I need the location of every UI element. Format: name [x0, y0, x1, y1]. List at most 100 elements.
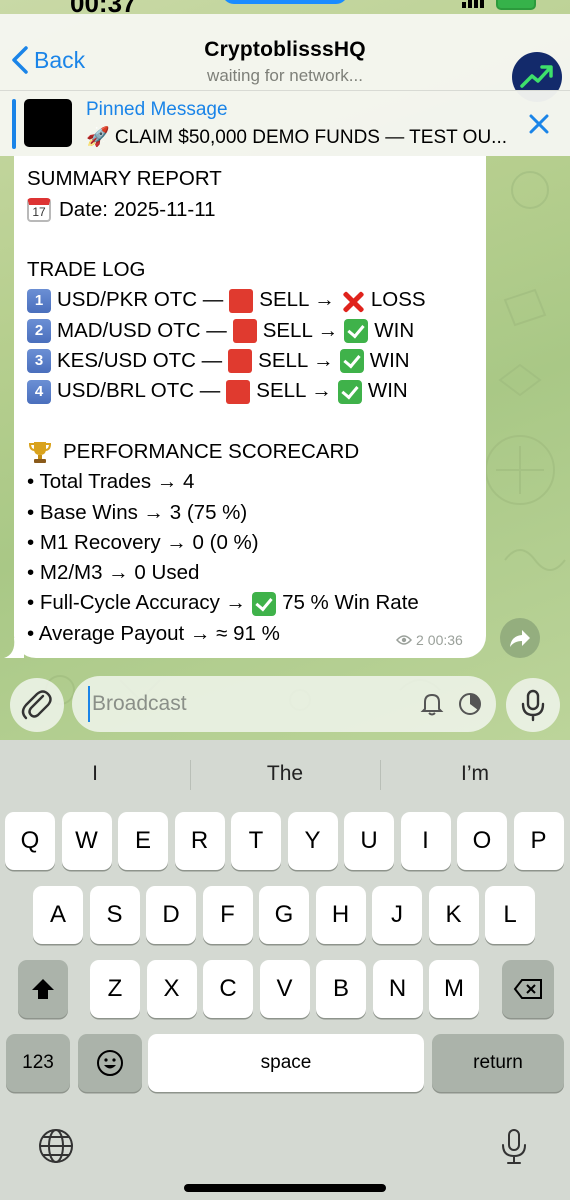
key-n[interactable]: N: [372, 960, 423, 1018]
check-mark-icon: [252, 591, 277, 616]
key-a[interactable]: A: [33, 886, 83, 944]
accuracy-suffix: 75 % Win Rate: [282, 591, 419, 615]
key-g[interactable]: G: [259, 886, 309, 944]
key-c[interactable]: C: [203, 960, 253, 1018]
key-t[interactable]: T: [231, 812, 281, 870]
red-square-icon: [229, 288, 254, 313]
calendar-icon: 17: [27, 197, 51, 222]
key-m[interactable]: M: [429, 960, 479, 1018]
dynamic-island-pill: [222, 0, 348, 4]
key-z[interactable]: Z: [90, 960, 140, 1018]
trade-result: WIN: [374, 318, 415, 342]
key-b[interactable]: B: [316, 960, 366, 1018]
key-q[interactable]: Q: [5, 812, 55, 870]
line-text: Date: 2025-11-11: [59, 197, 216, 221]
return-key[interactable]: return: [432, 1034, 564, 1092]
trade-pair: USD/PKR OTC —: [57, 288, 224, 312]
trade-pair: USD/BRL OTC —: [57, 379, 221, 403]
space-key[interactable]: space: [148, 1034, 424, 1092]
number-keycap-icon: 1: [27, 288, 51, 313]
close-icon[interactable]: [526, 111, 552, 137]
key-h[interactable]: H: [315, 886, 366, 944]
trade-action: SELL →: [256, 379, 332, 403]
trade-result: WIN: [367, 379, 408, 403]
check-mark-icon: [339, 349, 364, 374]
suggestion-item[interactable]: I’m: [380, 756, 570, 792]
key-x[interactable]: X: [146, 960, 197, 1018]
status-bar: 00:37: [0, 0, 570, 18]
key-j[interactable]: J: [372, 886, 422, 944]
score-text: • M1 Recovery → 0 (0 %): [27, 530, 259, 554]
suggestion-item[interactable]: I: [0, 756, 190, 792]
red-square-icon: [232, 318, 257, 343]
voice-button[interactable]: [506, 678, 560, 732]
score-text: • Base Wins → 3 (75 %): [27, 500, 248, 524]
paperclip-icon: [21, 690, 52, 720]
key-s[interactable]: S: [89, 886, 140, 944]
message-meta: 2 00:36: [396, 632, 463, 648]
pinned-thumbnail: [24, 99, 72, 147]
score-text: • M2/M3 → 0 Used: [27, 561, 200, 585]
key-u[interactable]: U: [344, 812, 394, 870]
line-text: CRYPTOBLISSS — SESSION 2: [27, 156, 324, 164]
check-mark-icon: [337, 379, 362, 404]
suggestion-divider: [380, 760, 381, 790]
scorecard-title: PERFORMANCE SCORECARD: [27, 437, 426, 467]
broadcast-field[interactable]: [72, 676, 496, 732]
back-button[interactable]: Back: [8, 44, 85, 76]
chat-title-area[interactable]: CryptoblisssHQ waiting for network...: [150, 38, 420, 86]
message-bubble[interactable]: CRYPTOBLISSS — SESSION 2SUMMARY REPORT17…: [14, 156, 486, 658]
key-d[interactable]: D: [146, 886, 196, 944]
bell-icon[interactable]: [418, 690, 446, 718]
pinned-indicator: [12, 99, 16, 149]
key-e[interactable]: E: [118, 812, 168, 870]
trade-row: 4 USD/BRL OTC — SELL → WIN: [27, 376, 426, 406]
key-f[interactable]: F: [202, 886, 253, 944]
eye-icon: [396, 635, 412, 645]
key-w[interactable]: W: [61, 812, 112, 870]
key-p[interactable]: P: [513, 812, 564, 870]
key-v[interactable]: V: [259, 960, 310, 1018]
line-text: TRADE LOG: [27, 258, 146, 282]
trade-result: WIN: [369, 349, 410, 373]
key-r[interactable]: R: [174, 812, 225, 870]
back-label: Back: [34, 46, 86, 73]
key-y[interactable]: Y: [287, 812, 338, 870]
scorecard-title-text: PERFORMANCE SCORECARD: [63, 439, 360, 463]
red-square-icon: [226, 379, 251, 404]
number-keycap-icon: 4: [27, 379, 51, 404]
score-line: • M2/M3 → 0 Used: [27, 558, 426, 588]
backspace-key[interactable]: [502, 960, 554, 1018]
share-arrow-icon: [510, 630, 530, 647]
key-l[interactable]: L: [485, 886, 535, 944]
timer-icon[interactable]: [456, 690, 484, 718]
bubble-tail: [4, 638, 24, 658]
dictation-mic-icon[interactable]: [494, 1126, 534, 1166]
shift-key[interactable]: [18, 960, 68, 1018]
attach-button[interactable]: [10, 678, 64, 732]
key-o[interactable]: O: [457, 812, 507, 870]
microphone-icon: [521, 689, 545, 722]
accuracy-line: • Full-Cycle Accuracy → 75 % Win Rate: [27, 588, 426, 618]
accuracy-prefix: • Full-Cycle Accuracy →: [27, 591, 247, 615]
trophy-icon: [28, 442, 52, 464]
message-line: 17 Date: 2025-11-11: [27, 195, 426, 225]
pinned-message-bar[interactable]: Pinned Message 🚀 CLAIM $50,000 DEMO FUND…: [0, 90, 570, 156]
message-line: [27, 407, 426, 437]
pinned-label: Pinned Message: [86, 99, 228, 120]
emoji-icon: [97, 1050, 123, 1076]
broadcast-input[interactable]: [88, 686, 398, 722]
check-mark-icon: [344, 318, 369, 343]
cross-mark-icon: [341, 289, 365, 313]
trade-result: LOSS: [370, 288, 426, 312]
key-i[interactable]: I: [400, 812, 451, 870]
emoji-key[interactable]: [78, 1034, 142, 1092]
share-button[interactable]: [500, 618, 540, 658]
message-line: [27, 225, 426, 255]
globe-icon[interactable]: [36, 1126, 76, 1166]
suggestion-item[interactable]: The: [190, 756, 380, 792]
numbers-key[interactable]: 123: [6, 1034, 70, 1092]
trade-pair: MAD/USD OTC —: [57, 318, 227, 342]
suggestion-bar: I The I’m: [0, 756, 570, 792]
key-k[interactable]: K: [428, 886, 479, 944]
